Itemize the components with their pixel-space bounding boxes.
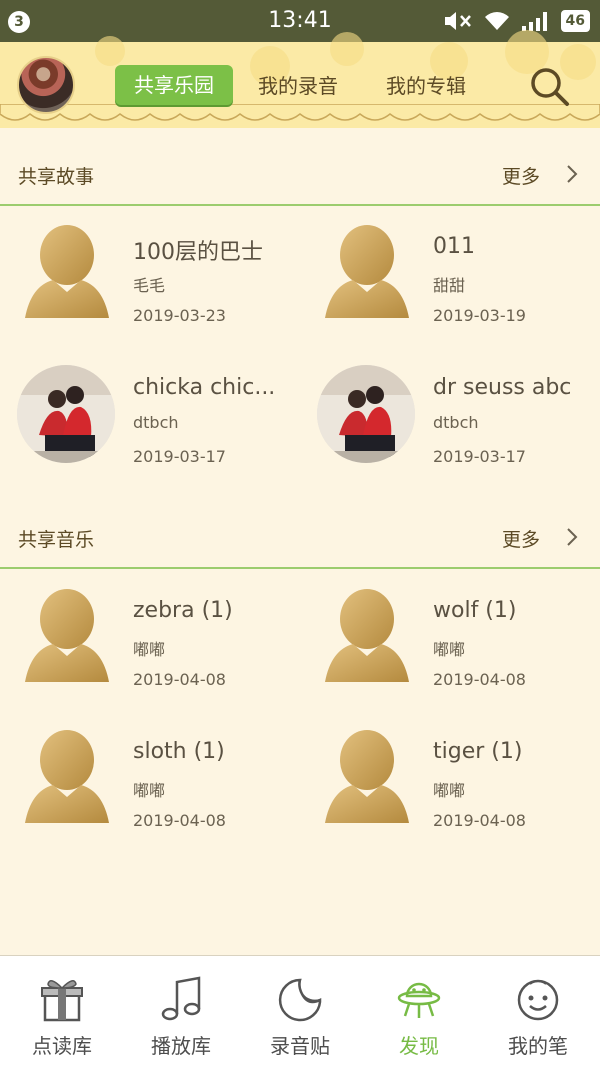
item-title: dr seuss abc — [433, 375, 572, 400]
music-item[interactable]: sloth (1) 嘟嘟 2019-04-08 — [0, 725, 300, 845]
item-title: sloth (1) — [133, 739, 225, 764]
item-date: 2019-03-19 — [433, 306, 526, 325]
nav-item-discover[interactable]: 发现 — [359, 956, 479, 1068]
item-date: 2019-04-08 — [133, 670, 226, 689]
cover-photo — [17, 365, 115, 463]
item-date: 2019-04-08 — [433, 811, 526, 830]
item-date: 2019-04-08 — [133, 811, 226, 830]
battery-icon: 46 — [560, 10, 590, 32]
nav-label: 点读库 — [32, 1034, 92, 1058]
nav-item-record-sticker[interactable]: 录音贴 — [240, 956, 360, 1068]
item-author: 甜甜 — [433, 276, 466, 295]
nav-label: 录音贴 — [270, 1034, 330, 1058]
default-avatar-icon — [17, 222, 117, 322]
item-title: chicka chic... — [133, 375, 276, 400]
item-date: 2019-04-08 — [433, 670, 526, 689]
item-author: dtbch — [433, 413, 479, 432]
face-icon — [517, 979, 559, 1021]
story-item[interactable]: dr seuss abc dtbch 2019-03-17 — [300, 361, 600, 481]
tab-my-albums[interactable]: 我的专辑 — [386, 70, 466, 99]
nav-label: 播放库 — [151, 1034, 211, 1058]
music-item[interactable]: zebra (1) 嘟嘟 2019-04-08 — [0, 584, 300, 704]
item-title: tiger (1) — [433, 739, 523, 764]
more-link[interactable]: 更多 — [502, 525, 540, 552]
signal-icon — [521, 12, 547, 31]
chevron-right-icon[interactable] — [565, 527, 579, 547]
story-item[interactable]: 100层的巴士 毛毛 2019-03-23 — [0, 220, 300, 340]
item-title: zebra (1) — [133, 598, 233, 623]
item-author: 毛毛 — [133, 276, 166, 295]
search-icon — [531, 68, 569, 106]
tab-my-recordings[interactable]: 我的录音 — [258, 70, 338, 99]
music-item[interactable]: tiger (1) 嘟嘟 2019-04-08 — [300, 725, 600, 845]
header-wave — [0, 104, 600, 121]
default-avatar-icon — [17, 727, 117, 827]
music-note-icon — [161, 976, 201, 1021]
default-avatar-icon — [317, 222, 417, 322]
story-item[interactable]: chicka chic... dtbch 2019-03-17 — [0, 361, 300, 481]
more-link[interactable]: 更多 — [502, 162, 540, 189]
item-author: 嘟嘟 — [133, 640, 166, 659]
item-author: 嘟嘟 — [133, 781, 166, 800]
item-author: 嘟嘟 — [433, 640, 466, 659]
bottom-nav: 点读库 播放库 录音贴 发现 我的笔 — [0, 955, 600, 1068]
nav-item-play-library[interactable]: 播放库 — [121, 956, 241, 1068]
nav-label: 发现 — [399, 1034, 439, 1058]
nav-item-read-library[interactable]: 点读库 — [2, 956, 122, 1068]
nav-item-my-pen[interactable]: 我的笔 — [478, 956, 598, 1068]
music-item[interactable]: wolf (1) 嘟嘟 2019-04-08 — [300, 584, 600, 704]
ufo-icon — [397, 982, 441, 1018]
mute-icon — [444, 12, 471, 30]
section-title: 共享音乐 — [18, 529, 95, 551]
gift-icon — [41, 980, 83, 1022]
section-header-stories: 共享故事 更多 — [0, 140, 600, 206]
search-button[interactable] — [527, 64, 571, 108]
status-icons: 46 — [443, 9, 590, 33]
section-title: 共享故事 — [18, 166, 95, 188]
story-item[interactable]: 011 甜甜 2019-03-19 — [300, 220, 600, 340]
nav-label: 我的笔 — [508, 1034, 568, 1058]
tab-shared-park[interactable]: 共享乐园 — [115, 65, 233, 105]
cover-photo — [317, 365, 415, 463]
sticker-icon — [278, 978, 322, 1022]
item-date: 2019-03-23 — [133, 306, 226, 325]
default-avatar-icon — [317, 586, 417, 686]
user-avatar[interactable] — [17, 56, 75, 114]
item-date: 2019-03-17 — [433, 447, 526, 466]
default-avatar-icon — [317, 727, 417, 827]
item-author: dtbch — [133, 413, 179, 432]
item-title: 011 — [433, 234, 475, 259]
wifi-icon — [484, 12, 509, 30]
item-author: 嘟嘟 — [433, 781, 466, 800]
item-title: 100层的巴士 — [133, 240, 263, 265]
default-avatar-icon — [17, 586, 117, 686]
chevron-right-icon[interactable] — [565, 164, 579, 184]
section-header-music: 共享音乐 更多 — [0, 503, 600, 569]
item-date: 2019-03-17 — [133, 447, 226, 466]
item-title: wolf (1) — [433, 598, 517, 623]
status-bar: 3 13:41 46 — [0, 0, 600, 42]
